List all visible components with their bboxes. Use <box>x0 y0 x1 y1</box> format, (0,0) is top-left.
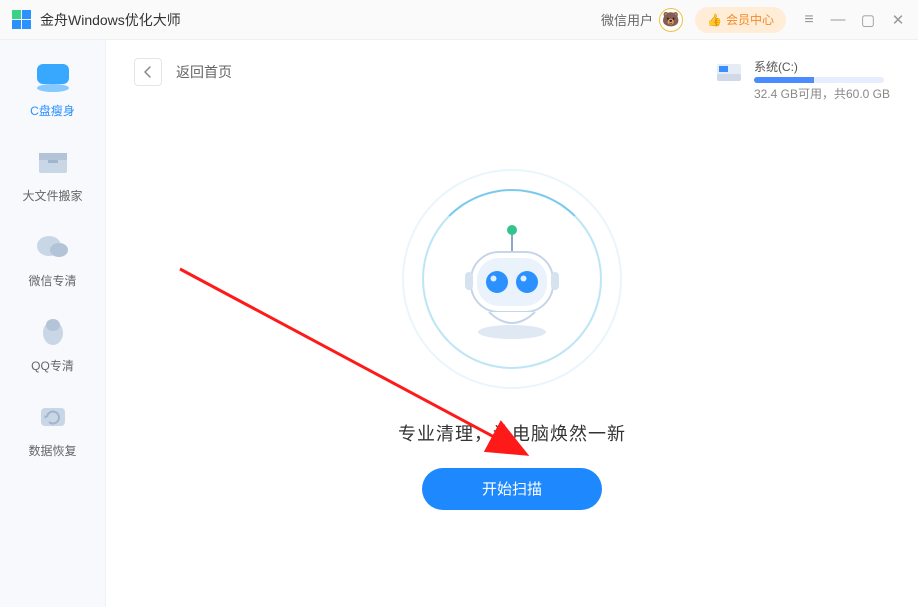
disk-icon <box>31 58 75 96</box>
user-label: 微信用户 <box>601 10 653 29</box>
user-avatar-icon[interactable]: 🐻 <box>659 8 683 32</box>
back-button[interactable] <box>134 58 162 86</box>
app-title: 金舟Windows优化大师 <box>40 10 181 30</box>
sidebar-item-wechat[interactable]: 微信专清 <box>0 228 105 289</box>
sidebar-item-label: 大文件搬家 <box>22 187 82 204</box>
menu-icon[interactable]: ≡ <box>800 11 816 29</box>
back-label: 返回首页 <box>176 58 232 86</box>
minimize-icon[interactable]: — <box>830 11 846 28</box>
sidebar-item-qq[interactable]: QQ专清 <box>0 313 105 374</box>
sidebar: C盘瘦身 大文件搬家 <box>0 40 106 607</box>
thumbs-up-icon: 👍 <box>707 13 722 27</box>
sidebar-item-label: C盘瘦身 <box>30 102 75 119</box>
sidebar-item-bigfile[interactable]: 大文件搬家 <box>0 143 105 204</box>
sidebar-item-cdisk[interactable]: C盘瘦身 <box>0 58 105 119</box>
arrow-left-icon <box>141 65 155 79</box>
sidebar-item-label: 微信专清 <box>28 272 76 289</box>
member-center-label: 会员中心 <box>726 11 774 28</box>
qq-icon <box>31 313 75 351</box>
member-center-button[interactable]: 👍 会员中心 <box>695 7 786 33</box>
sidebar-item-recover[interactable]: 数据恢复 <box>0 398 105 459</box>
app-logo-icon <box>12 10 32 30</box>
wechat-icon <box>31 228 75 266</box>
maximize-icon[interactable]: ▢ <box>860 11 876 29</box>
main-content: 返回首页 系统(C:) 32.4 GB可用 <box>106 40 918 607</box>
recover-icon <box>31 398 75 436</box>
start-scan-button[interactable]: 开始扫描 <box>422 468 602 510</box>
slogan-text: 专业清理，让电脑焕然一新 <box>398 420 626 446</box>
disk-name: 系统(C:) <box>754 58 890 75</box>
disk-usage-bar <box>754 77 884 83</box>
close-icon[interactable]: ✕ <box>890 11 906 29</box>
box-icon <box>31 143 75 181</box>
sidebar-item-label: 数据恢复 <box>28 442 76 459</box>
sidebar-item-label: QQ专清 <box>31 357 74 374</box>
robot-illustration <box>397 164 627 394</box>
